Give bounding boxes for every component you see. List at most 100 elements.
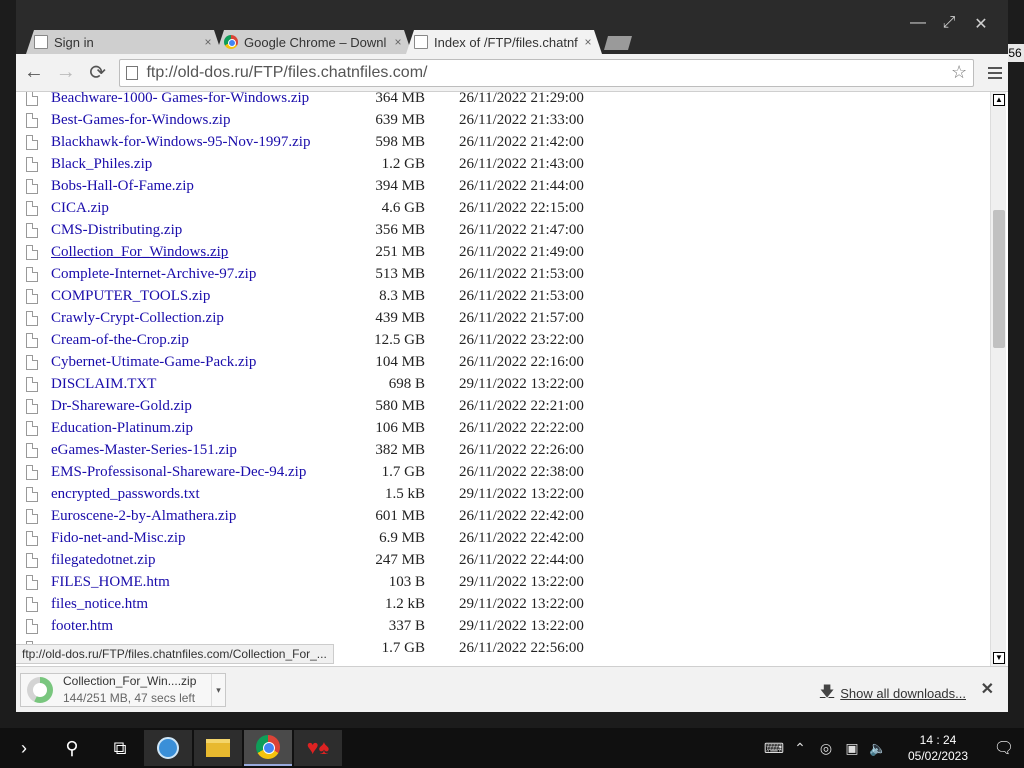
close-window-button[interactable]: ✕ bbox=[974, 14, 988, 34]
file-link[interactable]: Beachware-1000- Games-for-Windows.zip bbox=[51, 92, 353, 107]
taskbar-app-chrome[interactable] bbox=[244, 730, 292, 766]
tab-google-chrome[interactable]: Google Chrome – Downl × bbox=[216, 30, 412, 54]
cards-icon: ♥♠ bbox=[306, 736, 330, 759]
taskbar-clock[interactable]: 14 : 24 05/02/2023 bbox=[898, 732, 978, 764]
file-link[interactable]: encrypted_passwords.txt bbox=[51, 486, 353, 503]
file-size: 6.9 MB bbox=[379, 529, 425, 546]
file-link[interactable]: files_notice.htm bbox=[51, 596, 353, 613]
file-link[interactable]: COMPUTER_TOOLS.zip bbox=[51, 288, 353, 305]
file-link[interactable]: DISCLAIM.TXT bbox=[51, 376, 353, 393]
tab-close-icon[interactable]: × bbox=[392, 35, 404, 49]
file-link[interactable]: Collection_For_Windows.zip bbox=[51, 244, 353, 261]
file-row: Complete-Internet-Archive-97.zip 513 MB 26… bbox=[26, 263, 605, 285]
page-content: Beachware-1000- Games-for-Windows.zip 364… bbox=[16, 92, 1008, 666]
file-row: Euroscene-2-by-Almathera.zip 601 MB 26/11/… bbox=[26, 505, 605, 527]
file-date: 26/11/2022 21:47:00 bbox=[459, 221, 584, 238]
file-date: 29/11/2022 13:22:00 bbox=[459, 485, 584, 502]
file-date: 26/11/2022 22:22:00 bbox=[459, 419, 584, 436]
tab-sign-in[interactable]: Sign in × bbox=[26, 30, 222, 54]
file-row: Best-Games-for-Windows.zip 639 MB 26/11/20… bbox=[26, 109, 605, 131]
file-icon bbox=[26, 112, 38, 128]
keyboard-icon[interactable]: ⌨ bbox=[762, 740, 786, 757]
file-link[interactable]: Fido-net-and-Misc.zip bbox=[51, 530, 353, 547]
vertical-scrollbar[interactable]: ▲ ▼ bbox=[990, 92, 1006, 666]
file-link[interactable]: EMS-Professisonal-Shareware-Dec-94.zip bbox=[51, 464, 353, 481]
file-link[interactable]: Euroscene-2-by-Almathera.zip bbox=[51, 508, 353, 525]
tab-close-icon[interactable]: × bbox=[202, 35, 214, 49]
file-size: 12.5 GB bbox=[374, 331, 425, 348]
file-link[interactable]: Crawly-Crypt-Collection.zip bbox=[51, 310, 353, 327]
download-shelf: Collection_For_Win....zip 144/251 MB, 47… bbox=[16, 666, 1008, 712]
reload-button[interactable]: ⟳ bbox=[84, 59, 112, 87]
maximize-button[interactable]: ⤢ bbox=[942, 14, 956, 34]
task-view-icon[interactable]: ⧉ bbox=[96, 728, 144, 768]
file-size: 598 MB bbox=[375, 133, 425, 150]
file-link[interactable]: FILES_HOME.htm bbox=[51, 574, 353, 591]
tab-index-of-ftp[interactable]: Index of /FTP/files.chatnf × bbox=[406, 30, 602, 54]
file-row: Crawly-Crypt-Collection.zip 439 MB 26/11/2… bbox=[26, 307, 605, 329]
file-link[interactable]: CICA.zip bbox=[51, 200, 353, 217]
file-size: 247 MB bbox=[375, 551, 425, 568]
search-icon[interactable]: ⚲ bbox=[48, 728, 96, 768]
volume-muted-icon[interactable]: 🔈 bbox=[866, 740, 890, 757]
file-listing: Beachware-1000- Games-for-Windows.zip 364… bbox=[26, 92, 605, 659]
taskbar-app-solitaire[interactable]: ♥♠ bbox=[294, 730, 342, 766]
file-link[interactable]: Black_Philes.zip bbox=[51, 156, 353, 173]
title-bar: Sign in × Google Chrome – Downl × Index … bbox=[16, 0, 1008, 54]
page-icon bbox=[126, 65, 139, 80]
file-size: 103 B bbox=[388, 573, 425, 590]
camera-icon[interactable]: ◎ bbox=[814, 740, 838, 757]
file-link[interactable]: Blackhawk-for-Windows-95-Nov-1997.zip bbox=[51, 134, 353, 151]
file-date: 26/11/2022 21:43:00 bbox=[459, 155, 584, 172]
file-link[interactable]: footer.htm bbox=[51, 618, 353, 635]
file-icon bbox=[26, 618, 38, 634]
file-row: Education-Platinum.zip 106 MB 26/11/2022 2… bbox=[26, 417, 605, 439]
taskbar-app-safari[interactable] bbox=[144, 730, 192, 766]
file-date: 26/11/2022 21:49:00 bbox=[459, 243, 584, 260]
tab-label: Index of /FTP/files.chatnf bbox=[434, 34, 578, 50]
file-size: 337 B bbox=[388, 617, 425, 634]
file-size: 1.2 GB bbox=[381, 155, 425, 172]
file-row: Bobs-Hall-Of-Fame.zip 394 MB 26/11/2022 21… bbox=[26, 175, 605, 197]
network-icon[interactable]: ▣ bbox=[840, 740, 864, 757]
tab-close-icon[interactable]: × bbox=[582, 35, 594, 49]
file-link[interactable]: Cybernet-Utimate-Game-Pack.zip bbox=[51, 354, 353, 371]
scroll-up-arrow-icon[interactable]: ▲ bbox=[993, 94, 1005, 106]
file-row: Fido-net-and-Misc.zip 6.9 MB 26/11/2022 22… bbox=[26, 527, 605, 549]
chrome-menu-icon[interactable] bbox=[982, 60, 1008, 86]
file-link[interactable]: Bobs-Hall-Of-Fame.zip bbox=[51, 178, 353, 195]
file-link[interactable]: Best-Games-for-Windows.zip bbox=[51, 112, 353, 129]
file-link[interactable]: Education-Platinum.zip bbox=[51, 420, 353, 437]
forward-button[interactable]: → bbox=[52, 59, 80, 87]
file-icon bbox=[26, 486, 38, 502]
show-all-downloads-label: Show all downloads... bbox=[840, 685, 966, 701]
minimize-button[interactable]: — bbox=[910, 14, 926, 34]
file-link[interactable]: eGames-Master-Series-151.zip bbox=[51, 442, 353, 459]
file-link[interactable]: CMS-Distributing.zip bbox=[51, 222, 353, 239]
scroll-down-arrow-icon[interactable]: ▼ bbox=[993, 652, 1005, 664]
file-date: 26/11/2022 23:22:00 bbox=[459, 331, 584, 348]
download-progress-icon bbox=[27, 677, 53, 703]
download-item[interactable]: Collection_For_Win....zip 144/251 MB, 47… bbox=[20, 673, 226, 707]
show-all-downloads-link[interactable]: 🡇 Show all downloads... bbox=[820, 681, 966, 705]
file-link[interactable]: Cream-of-the-Crop.zip bbox=[51, 332, 353, 349]
new-tab-button[interactable] bbox=[604, 36, 632, 50]
file-row: Beachware-1000- Games-for-Windows.zip 364… bbox=[26, 92, 605, 109]
notifications-icon[interactable]: 🗨 bbox=[984, 738, 1024, 758]
file-link[interactable]: Dr-Shareware-Gold.zip bbox=[51, 398, 353, 415]
scrollbar-thumb[interactable] bbox=[993, 210, 1005, 348]
file-date: 29/11/2022 13:22:00 bbox=[459, 595, 584, 612]
chevron-up-icon[interactable]: ⌃ bbox=[788, 740, 812, 757]
address-bar[interactable]: ftp://old-dos.ru/FTP/files.chatnfiles.co… bbox=[119, 58, 975, 87]
start-chevron-icon[interactable]: › bbox=[0, 728, 48, 768]
url-text[interactable]: ftp://old-dos.ru/FTP/files.chatnfiles.co… bbox=[146, 64, 951, 82]
taskbar-app-file-explorer[interactable] bbox=[194, 730, 242, 766]
download-options-caret-icon[interactable]: ▾ bbox=[211, 674, 225, 706]
file-link[interactable]: filegatedotnet.zip bbox=[51, 552, 353, 569]
file-link[interactable]: Complete-Internet-Archive-97.zip bbox=[51, 266, 353, 283]
back-button[interactable]: ← bbox=[20, 59, 48, 87]
file-row: Collection_For_Windows.zip 251 MB 26/11/20… bbox=[26, 241, 605, 263]
close-download-shelf-button[interactable]: ✕ bbox=[981, 679, 994, 699]
desktop-edge-label: 56 bbox=[1006, 44, 1024, 62]
bookmark-star-icon[interactable]: ☆ bbox=[951, 62, 967, 83]
